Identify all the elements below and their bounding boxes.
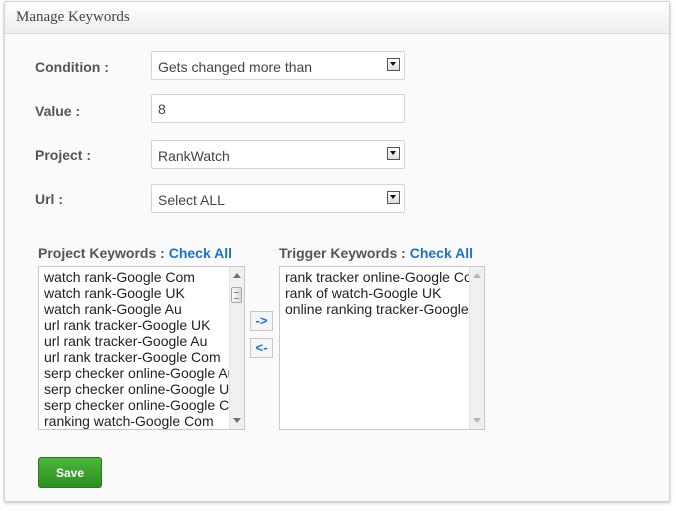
scroll-up-icon[interactable] — [473, 273, 481, 278]
list-item[interactable]: rank tracker online-Google Com — [285, 269, 470, 285]
list-item[interactable]: serp checker online-Google Com — [44, 397, 230, 413]
project-keywords-scrollbar[interactable] — [229, 267, 244, 429]
url-select[interactable]: Select ALL — [151, 184, 405, 213]
list-item[interactable]: serp checker online-Google UK — [44, 381, 230, 397]
chevron-down-icon[interactable] — [387, 191, 400, 204]
project-keywords-list[interactable]: watch rank-Google Com watch rank-Google U… — [38, 266, 245, 430]
trigger-keywords-items: rank tracker online-Google Com rank of wa… — [285, 269, 470, 317]
trigger-keywords-check-all-link[interactable]: Check All — [410, 245, 473, 261]
list-item[interactable]: rank of watch-Google UK — [285, 285, 470, 301]
add-to-trigger-button[interactable]: -> — [250, 311, 273, 331]
trigger-keywords-label: Trigger Keywords : — [279, 245, 406, 261]
list-item[interactable]: url rank tracker-Google UK — [44, 317, 230, 333]
project-select-value: RankWatch — [158, 148, 230, 164]
value-label: Value : — [35, 103, 81, 119]
trigger-keywords-list[interactable]: rank tracker online-Google Com rank of wa… — [279, 266, 485, 430]
project-select[interactable]: RankWatch — [151, 140, 405, 169]
remove-from-trigger-button[interactable]: <- — [250, 338, 273, 358]
panel-title: Manage Keywords — [16, 9, 130, 25]
list-item[interactable]: url rank tracker-Google Au — [44, 333, 230, 349]
scroll-up-icon[interactable] — [233, 273, 241, 278]
project-keywords-items: watch rank-Google Com watch rank-Google U… — [44, 269, 230, 429]
project-keywords-check-all-link[interactable]: Check All — [169, 245, 232, 261]
value-input[interactable] — [151, 94, 405, 123]
list-item[interactable]: online ranking tracker-Google Com — [285, 301, 470, 317]
list-item[interactable]: watch rank-Google UK — [44, 285, 230, 301]
chevron-down-icon[interactable] — [387, 147, 400, 160]
scroll-down-icon[interactable] — [233, 418, 241, 423]
panel-header: Manage Keywords — [5, 2, 669, 34]
list-item[interactable]: serp checker online-Google Au — [44, 365, 230, 381]
trigger-keywords-heading: Trigger Keywords : Check All — [279, 245, 473, 261]
scrollbar-thumb[interactable] — [231, 287, 242, 303]
condition-select-value: Gets changed more than — [158, 59, 313, 75]
scroll-down-icon[interactable] — [473, 418, 481, 423]
url-label: Url : — [35, 191, 63, 207]
project-keywords-heading: Project Keywords : Check All — [38, 245, 232, 261]
list-item[interactable]: watch rank-Google Au — [44, 301, 230, 317]
list-item[interactable]: watch rank-Google Com — [44, 269, 230, 285]
condition-select[interactable]: Gets changed more than — [151, 51, 405, 80]
chevron-down-icon[interactable] — [387, 58, 400, 71]
save-button[interactable]: Save — [38, 457, 102, 488]
list-item[interactable]: ranking watch-Google Com — [44, 413, 230, 429]
trigger-keywords-scrollbar[interactable] — [469, 267, 484, 429]
condition-label: Condition : — [35, 59, 109, 75]
list-item[interactable]: url rank tracker-Google Com — [44, 349, 230, 365]
project-keywords-label: Project Keywords : — [38, 245, 165, 261]
project-label: Project : — [35, 147, 92, 163]
url-select-value: Select ALL — [158, 192, 225, 208]
